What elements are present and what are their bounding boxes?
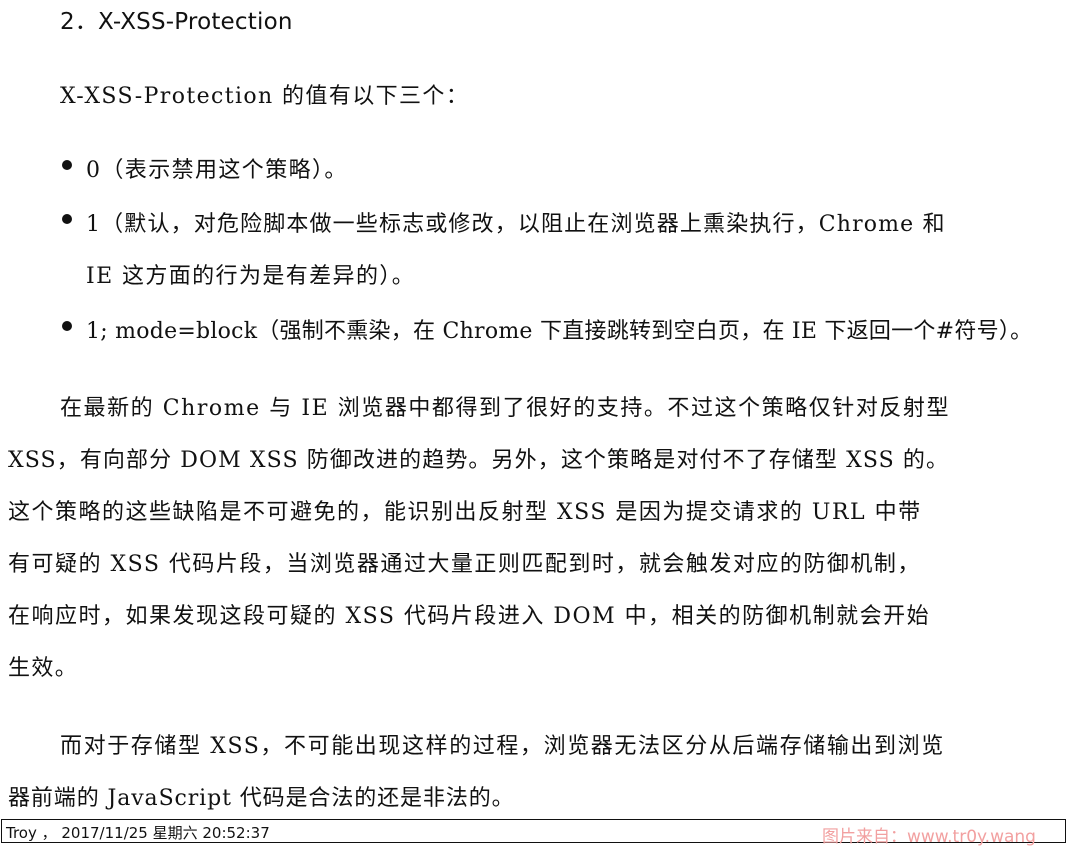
source-watermark: 图片来自：www.tr0y.wang — [822, 827, 1036, 847]
intro-text: X-XSS-Protection 的值有以下三个： — [60, 84, 470, 109]
screenshot-stamp: Troy ， 2017/11/25 星期六 20:52:37 — [6, 824, 270, 842]
bullet-icon — [62, 160, 72, 170]
paragraph-1-line: 有可疑的 XSS 代码片段，当浏览器通过大量正则匹配到时，就会触发对应的防御机制… — [8, 552, 921, 577]
bullet-item-3: 1; mode=block（强制不熏染，在 Chrome 下直接跳转到空白页，在… — [86, 319, 1033, 344]
paragraph-1-line: 在最新的 Chrome 与 IE 浏览器中都得到了很好的支持。不过这个策略仅针对… — [60, 396, 951, 421]
bullet-icon — [62, 214, 72, 224]
document-page: 2．X-XSS-Protection X-XSS-Protection 的值有以… — [0, 0, 1070, 818]
paragraph-1-line: 生效。 — [8, 656, 79, 681]
paragraph-1-line: 在响应时，如果发现这段可疑的 XSS 代码片段进入 DOM 中，相关的防御机制就… — [8, 604, 931, 629]
bullet-icon — [62, 321, 72, 331]
paragraph-2-line: 而对于存储型 XSS，不可能出现这样的过程，浏览器无法区分从后端存储输出到浏览 — [60, 734, 945, 759]
bullet-item-2-line-2: IE 这方面的行为是有差异的）。 — [86, 264, 416, 289]
paragraph-2-line: 器前端的 JavaScript 代码是合法的还是非法的。 — [8, 786, 515, 811]
paragraph-1-line: XSS，有向部分 DOM XSS 防御改进的趋势。另外，这个策略是对付不了存储型… — [8, 448, 950, 473]
section-heading: 2．X-XSS-Protection — [60, 9, 293, 35]
bullet-item-2-line-1: 1（默认，对危险脚本做一些标志或修改，以阻止在浏览器上熏染执行，Chrome 和 — [86, 212, 946, 237]
bullet-item-1: 0（表示禁用这个策略）。 — [86, 158, 348, 183]
paragraph-1-line: 这个策略的这些缺陷是不可避免的，能识别出反射型 XSS 是因为提交请求的 URL… — [8, 500, 922, 525]
